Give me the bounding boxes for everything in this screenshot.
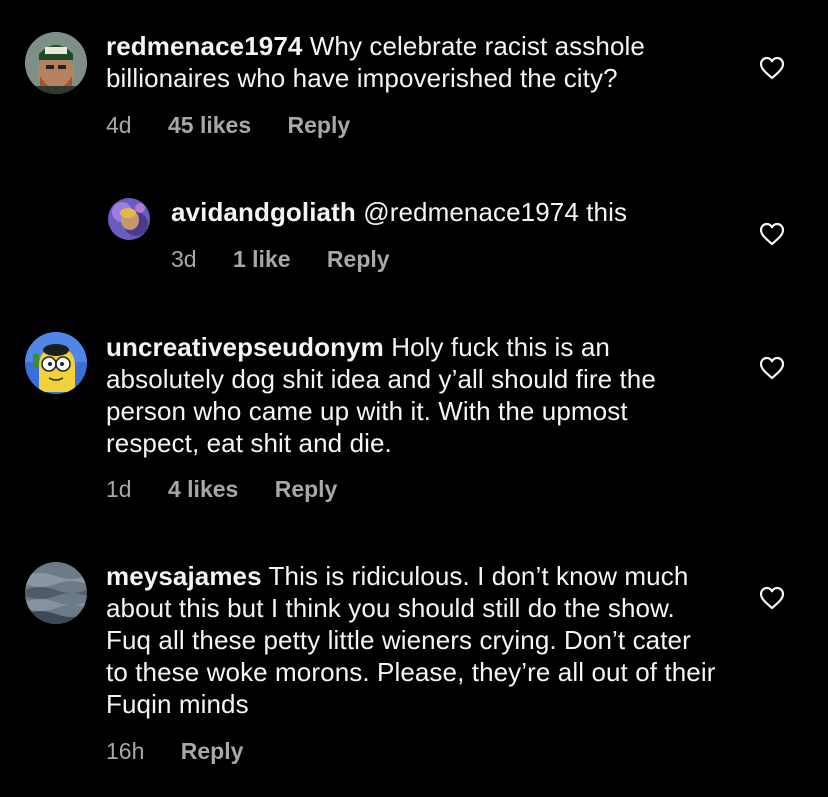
comment-username[interactable]: avidandgoliath [171, 197, 356, 227]
comment-username[interactable]: uncreativepseudonym [106, 332, 384, 362]
reply-button[interactable]: Reply [327, 245, 390, 273]
heart-outline-icon [759, 356, 785, 380]
reply-button[interactable]: Reply [181, 737, 244, 765]
comment-time: 1d [106, 476, 132, 502]
avatar[interactable] [108, 198, 150, 240]
comment-text: uncreativepseudonym Holy fuck this is an… [106, 331, 706, 459]
comment-likes[interactable]: 45 likes [168, 111, 251, 139]
like-button[interactable] [759, 356, 785, 380]
heart-outline-icon [759, 586, 785, 610]
comment-text: avidandgoliath @redmenace1974 this [171, 196, 731, 228]
comment-meta: 1d 4 likes Reply [106, 475, 367, 503]
comment-item: meysajames This is ridiculous. I don’t k… [0, 550, 828, 790]
like-button[interactable] [759, 586, 785, 610]
comment-text: meysajames This is ridiculous. I don’t k… [106, 560, 716, 720]
avatar-water-icon [25, 562, 87, 624]
comment-meta: 3d 1 like Reply [171, 245, 420, 273]
comment-time: 4d [106, 112, 132, 138]
comment-body: @redmenace1974 this [355, 197, 628, 227]
like-button[interactable] [759, 56, 785, 80]
comment-meta: 16h Reply [106, 737, 273, 765]
avatar-photo-icon [108, 198, 150, 240]
reply-button[interactable]: Reply [275, 475, 338, 503]
reply-button[interactable]: Reply [288, 111, 351, 139]
comment-time: 3d [171, 246, 197, 272]
comment-likes[interactable]: 1 like [233, 245, 291, 273]
avatar[interactable] [25, 562, 87, 624]
comment-item: redmenace1974 Why celebrate racist assho… [0, 0, 828, 170]
avatar[interactable] [25, 332, 87, 394]
avatar[interactable] [25, 32, 87, 94]
comment-meta: 4d 45 likes Reply [106, 111, 380, 139]
comment-likes[interactable]: 4 likes [168, 475, 238, 503]
comment-username[interactable]: meysajames [106, 561, 262, 591]
comment-text: redmenace1974 Why celebrate racist assho… [106, 30, 736, 94]
avatar-photo-icon [25, 32, 87, 94]
comment-item: uncreativepseudonym Holy fuck this is an… [0, 320, 828, 520]
comment-time: 16h [106, 738, 145, 764]
heart-outline-icon [759, 56, 785, 80]
avatar-cartoon-icon [25, 332, 87, 394]
comment-username[interactable]: redmenace1974 [106, 31, 302, 61]
reply-comment-item: avidandgoliath @redmenace1974 this 3d 1 … [0, 190, 828, 300]
like-button[interactable] [759, 222, 785, 246]
heart-outline-icon [759, 222, 785, 246]
